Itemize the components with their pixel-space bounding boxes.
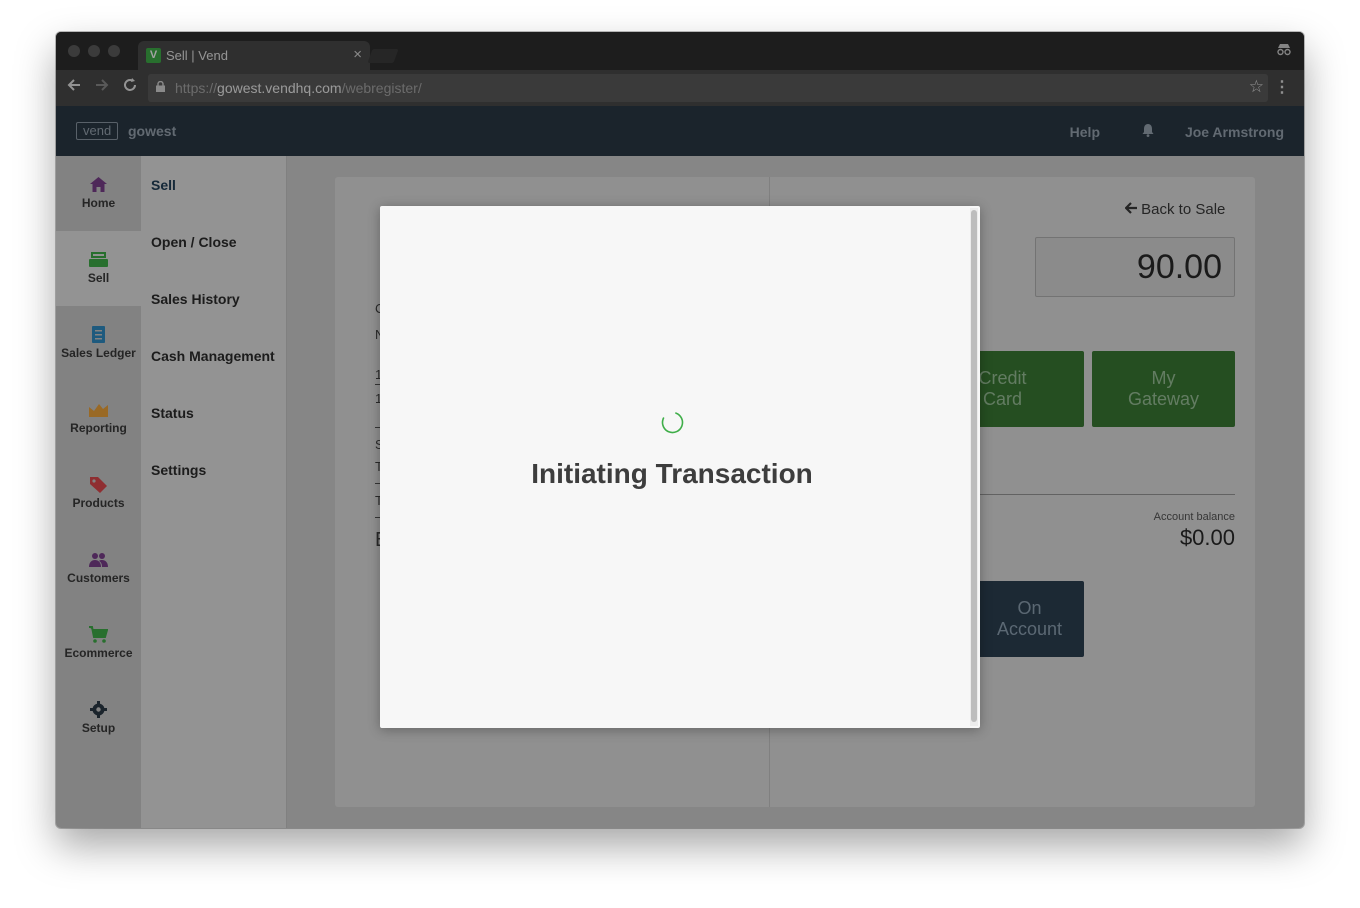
modal-scrollbar-thumb[interactable] [971,210,977,722]
browser-window: V Sell | Vend × https://gowest.vendhq.co… [56,32,1304,828]
modal-title: Initiating Transaction [531,458,813,489]
loading-spinner-icon [661,411,684,434]
transaction-modal: Initiating Transaction [380,206,980,728]
